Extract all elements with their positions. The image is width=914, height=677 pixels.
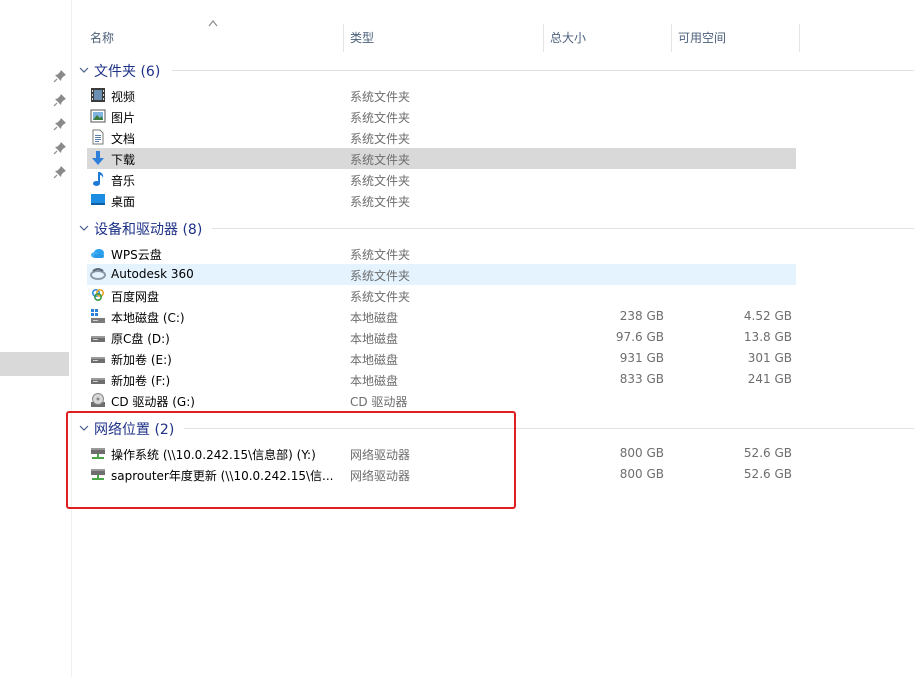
download-arrow-icon	[92, 151, 104, 165]
item-name: 百度网盘	[111, 290, 160, 304]
chevron-down-icon[interactable]	[78, 222, 90, 234]
column-header-type[interactable]: 类型	[344, 24, 544, 52]
drive-icon	[91, 378, 105, 384]
list-item[interactable]: CD 驱动器 (G:) CD 驱动器	[87, 390, 796, 411]
item-name: 视频	[111, 90, 136, 104]
free-space: 241 GB	[747, 372, 792, 386]
total-size: 800 GB	[619, 446, 664, 460]
cd-drive-icon	[91, 393, 105, 407]
list-item-hover[interactable]: Autodesk 360 系统文件夹	[87, 264, 796, 285]
item-type: 系统文件夹	[350, 290, 411, 304]
video-folder-icon	[91, 88, 105, 102]
item-name: 本地磁盘 (C:)	[111, 311, 185, 325]
group-divider	[172, 70, 914, 71]
free-space: 52.6 GB	[743, 446, 792, 460]
list-item[interactable]: 本地磁盘 (C:) 本地磁盘 238 GB 4.52 GB	[87, 306, 796, 327]
group-divider	[212, 228, 914, 229]
total-size: 97.6 GB	[615, 330, 664, 344]
item-type: 系统文件夹	[350, 174, 411, 188]
column-header-free-space[interactable]: 可用空间	[672, 24, 800, 52]
group-header-folders[interactable]: 文件夹 (6)	[72, 58, 914, 82]
drive-icon	[91, 336, 105, 342]
item-type: 本地磁盘	[350, 332, 399, 346]
pin-icon[interactable]	[53, 93, 67, 107]
list-item-selected[interactable]: 下载 系统文件夹	[87, 148, 796, 169]
list-item[interactable]: WPS云盘 系统文件夹	[87, 243, 796, 264]
pin-icon[interactable]	[53, 165, 67, 179]
column-header-total-size[interactable]: 总大小	[544, 24, 672, 52]
total-size: 833 GB	[619, 372, 664, 386]
navigation-pane	[0, 0, 72, 677]
windows-drive-icon	[91, 309, 105, 323]
item-type: 本地磁盘	[350, 353, 399, 367]
nav-selected-item[interactable]	[0, 352, 69, 376]
free-space: 52.6 GB	[743, 467, 792, 481]
list-item[interactable]: 文档 系统文件夹	[87, 127, 796, 148]
free-space: 4.52 GB	[743, 309, 792, 323]
item-type: 本地磁盘	[350, 374, 399, 388]
item-name: 桌面	[111, 195, 136, 209]
list-item[interactable]: 视频 系统文件夹	[87, 85, 796, 106]
item-name: 图片	[111, 111, 136, 125]
column-header-name[interactable]: 名称	[84, 24, 344, 52]
list-item[interactable]: 百度网盘 系统文件夹	[87, 285, 796, 306]
list-item[interactable]: 桌面 系统文件夹	[87, 190, 796, 211]
pin-icon[interactable]	[53, 141, 67, 155]
item-type: CD 驱动器	[350, 395, 408, 409]
item-type: 系统文件夹	[350, 132, 411, 146]
music-note-icon	[93, 172, 104, 186]
item-type: 系统文件夹	[350, 269, 411, 283]
free-space: 301 GB	[747, 351, 792, 365]
list-item[interactable]: 原C盘 (D:) 本地磁盘 97.6 GB 13.8 GB	[87, 327, 796, 348]
total-size: 238 GB	[619, 309, 664, 323]
annotation-highlight-box	[66, 411, 516, 509]
item-type: 系统文件夹	[350, 111, 411, 125]
total-size: 800 GB	[619, 467, 664, 481]
item-name: 新加卷 (E:)	[111, 353, 172, 367]
item-name: WPS云盘	[111, 248, 162, 262]
documents-folder-icon	[92, 129, 104, 145]
pin-icon[interactable]	[53, 69, 67, 83]
item-name: 下载	[111, 153, 136, 167]
pictures-folder-icon	[90, 109, 106, 123]
item-name: 新加卷 (F:)	[111, 374, 171, 388]
list-item[interactable]: 音乐 系统文件夹	[87, 169, 796, 190]
drive-icon	[91, 357, 105, 363]
group-header-devices[interactable]: 设备和驱动器 (8)	[72, 216, 914, 240]
desktop-icon	[91, 194, 105, 205]
item-name: 文档	[111, 132, 136, 146]
group-title: 文件夹 (6)	[94, 64, 161, 80]
group-title: 设备和驱动器 (8)	[94, 222, 203, 238]
item-type: 系统文件夹	[350, 153, 411, 167]
baidu-cloud-icon	[91, 288, 105, 302]
autodesk-icon	[90, 268, 106, 280]
column-header: 名称 类型 总大小 可用空间	[72, 20, 914, 52]
free-space: 13.8 GB	[743, 330, 792, 344]
cloud-icon	[91, 249, 104, 258]
item-type: 本地磁盘	[350, 311, 399, 325]
item-name: CD 驱动器 (G:)	[111, 395, 195, 409]
item-name: Autodesk 360	[111, 267, 194, 281]
list-item[interactable]: 图片 系统文件夹	[87, 106, 796, 127]
item-name: 音乐	[111, 174, 136, 188]
item-type: 系统文件夹	[350, 90, 411, 104]
chevron-down-icon[interactable]	[78, 64, 90, 76]
pin-icon[interactable]	[53, 117, 67, 131]
total-size: 931 GB	[619, 351, 664, 365]
item-type: 系统文件夹	[350, 195, 411, 209]
list-item[interactable]: 新加卷 (F:) 本地磁盘 833 GB 241 GB	[87, 369, 796, 390]
list-item[interactable]: 新加卷 (E:) 本地磁盘 931 GB 301 GB	[87, 348, 796, 369]
item-type: 系统文件夹	[350, 248, 411, 262]
item-name: 原C盘 (D:)	[111, 332, 170, 346]
